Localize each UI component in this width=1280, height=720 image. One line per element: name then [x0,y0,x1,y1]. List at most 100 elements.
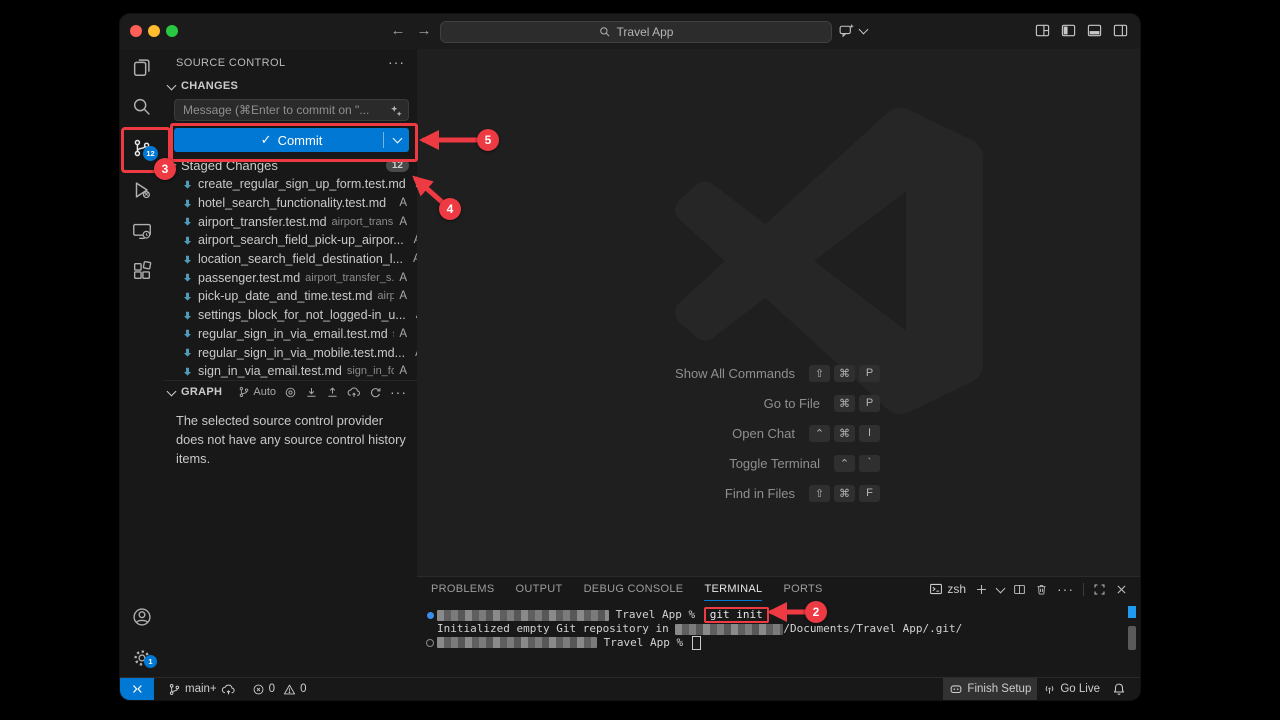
notifications-bell-item[interactable] [1106,678,1132,700]
copilot-menu[interactable] [838,22,867,39]
shell-selector[interactable]: zsh [929,582,966,596]
file-row[interactable]: create_regular_sign_up_form.test.mdA [164,175,417,194]
run-debug-icon[interactable] [131,179,153,201]
shell-label: zsh [947,582,966,596]
go-live-item[interactable]: Go Live [1037,678,1106,700]
terminal-dropdown-icon[interactable] [996,583,1006,593]
terminal-output[interactable]: Travel App % git init Initialized empty … [423,607,1124,650]
sparkle-generate-icon[interactable] [389,104,403,118]
screen: ← → Travel App [0,0,1280,720]
markdown-file-icon [182,216,193,227]
file-name: airport_search_field_pick-up_airpor... [198,233,404,247]
scm-more-actions-icon[interactable]: ··· [388,57,405,67]
markdown-file-icon [182,198,193,209]
file-row[interactable]: settings_block_for_not_logged-in_u...A [164,306,417,325]
changes-section-header[interactable]: CHANGES [168,80,238,92]
close-panel-icon[interactable] [1115,583,1128,596]
sidebar-title: SOURCE CONTROL [176,57,286,69]
file-name: passenger.test.md [198,271,300,285]
graph-section-header[interactable]: GRAPH Auto ··· [164,381,417,399]
key-chip: F [859,485,880,502]
git-status-letter: A [399,328,407,340]
file-name: create_regular_sign_up_form.test.md [198,177,406,191]
key-chip: ⇧ [809,365,830,382]
publish-cloud-icon [221,682,236,697]
target-icon[interactable] [284,386,297,399]
commit-button[interactable]: ✓ Commit [174,128,409,152]
remote-indicator[interactable] [120,678,154,700]
new-terminal-icon[interactable] [975,583,988,596]
tab-ports[interactable]: PORTS [783,578,822,600]
shortcut-label: Toggle Terminal [550,456,830,471]
markdown-file-icon [182,328,193,339]
error-count: 0 [269,683,275,695]
tab-terminal[interactable]: TERMINAL [704,578,762,601]
file-row[interactable]: airport_search_field_pick-up_airpor...A [164,231,417,250]
file-row[interactable]: passenger.test.mdairport_transfer_s...A [164,268,417,287]
toggle-primary-sidebar-icon[interactable] [1061,23,1076,38]
forward-icon[interactable]: → [414,20,434,42]
file-row[interactable]: airport_transfer.test.md airport_trans...… [164,212,417,231]
toggle-panel-icon[interactable] [1087,23,1102,38]
graph-toolbar: Auto ··· [238,385,407,399]
shortcut-label: Open Chat [550,426,805,441]
file-name: airport_transfer.test.md [198,215,327,229]
toggle-secondary-sidebar-icon[interactable] [1113,23,1128,38]
chevron-down-icon [167,80,177,90]
maximize-window-button[interactable] [166,25,178,37]
commit-dropdown-icon[interactable] [393,134,403,144]
graph-more-actions-icon[interactable]: ··· [390,387,407,397]
problems-status-item[interactable]: 0 0 [246,678,313,700]
broadcast-icon [1043,683,1056,696]
scrollbar-thumb[interactable] [1128,626,1136,650]
file-path-note: airport_trans... [332,216,395,228]
terminal-more-actions-icon[interactable]: ··· [1057,584,1074,594]
auto-branch-toggle[interactable]: Auto [238,386,276,398]
kill-terminal-trash-icon[interactable] [1035,583,1048,596]
bottom-panel: PROBLEMS OUTPUT DEBUG CONSOLE TERMINAL P… [417,576,1140,677]
tab-output[interactable]: OUTPUT [516,578,563,600]
key-chip: ⌘ [834,485,855,502]
status-bar-right: Finish Setup Go Live [943,678,1140,700]
search-view-icon[interactable] [131,96,153,118]
markdown-file-icon [182,254,193,265]
branch-icon [168,683,181,696]
explorer-icon[interactable] [131,56,153,78]
file-name: regular_sign_in_via_email.test.md [198,327,388,341]
split-terminal-icon[interactable] [1013,583,1026,596]
tab-problems[interactable]: PROBLEMS [431,578,495,600]
git-status-letter: A [399,216,407,228]
minimize-window-button[interactable] [148,25,160,37]
tab-debug-console[interactable]: DEBUG CONSOLE [584,578,684,600]
push-icon[interactable] [326,386,339,399]
file-row[interactable]: regular_sign_in_via_email.test.mdsi...A [164,325,417,344]
shortcut-label: Find in Files [550,486,805,501]
customize-layout-icon[interactable] [1035,23,1050,38]
shortcut-row: Show All Commands ⇧ ⌘ P [550,364,880,382]
close-window-button[interactable] [130,25,142,37]
back-icon[interactable]: ← [388,20,408,42]
file-row[interactable]: sign_in_via_email.test.mdsign_in_fo...A [164,362,417,381]
staged-changes-header[interactable]: Staged Changes 12 [168,158,409,173]
refresh-icon[interactable] [369,386,382,399]
pull-icon[interactable] [305,386,318,399]
key-chip: P [859,365,880,382]
remote-explorer-icon[interactable] [131,220,153,242]
file-path-note: airp... [377,290,394,302]
file-row[interactable]: location_search_field_destination_l...A [164,250,417,269]
command-center[interactable]: Travel App [440,21,832,43]
file-row[interactable]: pick-up_date_and_time.test.mdairp...A [164,287,417,306]
maximize-panel-icon[interactable] [1093,583,1106,596]
file-row[interactable]: regular_sign_in_via_mobile.test.md...A [164,343,417,362]
extensions-icon[interactable] [131,260,153,282]
commit-split-divider [383,132,384,148]
markdown-file-icon [182,272,193,283]
terminal-scrollbar[interactable] [1128,605,1136,675]
branch-status-item[interactable]: main+ [162,678,242,700]
finish-setup-item[interactable]: Finish Setup [943,678,1037,700]
file-row[interactable]: hotel_search_functionality.test.mdA [164,194,417,213]
account-icon[interactable] [131,606,153,628]
auto-label: Auto [253,386,276,398]
commit-message-input[interactable]: Message (⌘Enter to commit on "... [174,99,409,121]
fetch-cloud-icon[interactable] [347,385,361,399]
